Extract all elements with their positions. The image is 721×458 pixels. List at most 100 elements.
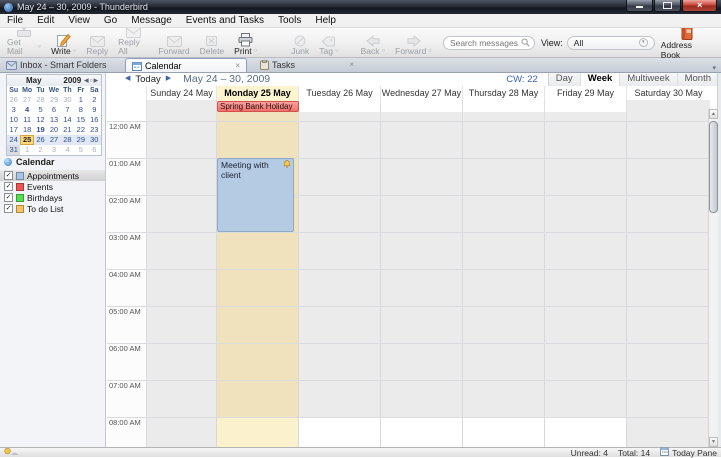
day-column-thursday-28-may[interactable] — [462, 121, 544, 447]
view-dropdown[interactable]: All ▾ — [566, 35, 655, 50]
mm-day-1[interactable]: 1 — [20, 145, 33, 155]
tab-calendar[interactable]: Calendar × — [125, 58, 247, 72]
tab-tasks[interactable]: Tasks × — [254, 58, 360, 72]
checkbox-icon[interactable]: ✓ — [4, 182, 13, 191]
close-tab-icon[interactable]: × — [349, 61, 354, 69]
mm-day-13[interactable]: 13 — [47, 115, 60, 125]
menu-help[interactable]: Help — [308, 15, 343, 26]
mm-day-29[interactable]: 29 — [74, 135, 88, 145]
mm-day-3[interactable]: 3 — [47, 145, 60, 155]
day-column-tuesday-26-may[interactable] — [298, 121, 380, 447]
scroll-down-icon[interactable]: ▼ — [709, 437, 718, 447]
menu-go[interactable]: Go — [97, 15, 124, 26]
mm-day-23[interactable]: 23 — [88, 125, 101, 135]
back-button[interactable]: Back ○ — [356, 31, 391, 57]
mm-day-6[interactable]: 6 — [88, 145, 101, 155]
mm-day-5[interactable]: 5 — [34, 105, 47, 115]
mm-day-16[interactable]: 16 — [88, 115, 101, 125]
tab-inbox-smart-folders[interactable]: Inbox - Smart Folders — [0, 58, 118, 72]
checkbox-icon[interactable]: ✓ — [4, 204, 13, 213]
menu-message[interactable]: Message — [124, 15, 179, 26]
mm-day-3[interactable]: 3 — [7, 105, 20, 115]
mm-day-22[interactable]: 22 — [74, 125, 87, 135]
search-box[interactable] — [442, 35, 535, 50]
allday-cell[interactable] — [626, 100, 710, 112]
scroll-up-icon[interactable]: ▲ — [709, 109, 718, 119]
allday-cell[interactable] — [380, 100, 462, 112]
minimonth-today-icon[interactable]: ○ — [89, 78, 92, 84]
day-header-tuesday-26-may[interactable]: Tuesday 26 May — [298, 86, 380, 100]
mm-day-6[interactable]: 6 — [47, 105, 60, 115]
day-column-sunday-24-may[interactable] — [146, 121, 216, 447]
menu-edit[interactable]: Edit — [30, 15, 61, 26]
day-header-sunday-24-may[interactable]: Sunday 24 May — [146, 86, 216, 100]
mm-day-2[interactable]: 2 — [88, 95, 101, 105]
calendar-item-birthdays[interactable]: ✓ Birthdays — [0, 192, 105, 203]
mm-day-19[interactable]: 19 — [34, 125, 47, 135]
get-mail-button[interactable]: Get Mail ○ — [2, 25, 46, 57]
day-column-wednesday-27-may[interactable] — [380, 121, 462, 447]
forward-button[interactable]: Forward — [153, 31, 194, 57]
checkbox-icon[interactable]: ✓ — [4, 171, 13, 180]
mm-day-30[interactable]: 30 — [61, 95, 74, 105]
minimonth-next-icon[interactable]: ▶ — [94, 78, 98, 84]
mm-day-26[interactable]: 26 — [33, 135, 48, 145]
list-all-tabs-icon[interactable]: ▾ — [707, 64, 721, 72]
view-tab-week[interactable]: Week — [580, 72, 621, 86]
mm-day-27[interactable]: 27 — [47, 135, 61, 145]
menu-tools[interactable]: Tools — [271, 15, 308, 26]
next-week-icon[interactable]: ▶ — [166, 72, 171, 86]
mm-day-29[interactable]: 29 — [47, 95, 60, 105]
day-header-thursday-28-may[interactable]: Thursday 28 May — [462, 86, 544, 100]
close-button[interactable]: × — [682, 0, 717, 12]
allday-cell[interactable] — [462, 100, 544, 112]
day-header-friday-29-may[interactable]: Friday 29 May — [544, 86, 626, 100]
menu-events-and-tasks[interactable]: Events and Tasks — [179, 15, 271, 26]
view-tab-day[interactable]: Day — [549, 72, 581, 86]
mm-day-27[interactable]: 27 — [20, 95, 33, 105]
calendar-item-to-do-list[interactable]: ✓ To do List — [0, 203, 105, 214]
print-button[interactable]: Print ○ — [229, 31, 262, 57]
mm-day-4[interactable]: 4 — [61, 145, 74, 155]
mm-day-7[interactable]: 7 — [61, 105, 74, 115]
minimonth-prev-icon[interactable]: ◀ — [84, 78, 88, 84]
allday-cell[interactable] — [298, 100, 380, 112]
reply-all-button[interactable]: Reply All — [113, 27, 153, 57]
day-header-saturday-30-may[interactable]: Saturday 30 May — [626, 86, 710, 100]
mm-day-15[interactable]: 15 — [74, 115, 87, 125]
view-tab-multiweek[interactable]: Multiweek — [620, 72, 678, 86]
prev-week-icon[interactable]: ◀ — [125, 72, 130, 86]
all-day-event[interactable]: Spring Bank Holiday — [217, 101, 299, 112]
tag-button[interactable]: Tag ○ — [314, 31, 343, 57]
mm-day-1[interactable]: 1 — [74, 95, 87, 105]
menu-view[interactable]: View — [61, 15, 97, 26]
mm-day-25[interactable]: 25 — [20, 135, 34, 145]
delete-button[interactable]: Delete — [195, 31, 230, 57]
day-header-monday-25-may[interactable]: Monday 25 May — [216, 86, 298, 100]
mm-day-8[interactable]: 8 — [74, 105, 87, 115]
checkbox-icon[interactable]: ✓ — [4, 193, 13, 202]
mm-day-11[interactable]: 11 — [20, 115, 33, 125]
allday-cell[interactable] — [146, 100, 216, 112]
mm-day-9[interactable]: 9 — [88, 105, 101, 115]
timed-event[interactable]: Meeting with client — [217, 158, 294, 232]
mm-day-21[interactable]: 21 — [61, 125, 74, 135]
day-column-saturday-30-may[interactable] — [626, 121, 710, 447]
mm-day-20[interactable]: 20 — [47, 125, 60, 135]
mm-day-18[interactable]: 18 — [20, 125, 33, 135]
maximize-button[interactable] — [654, 0, 681, 12]
mm-day-10[interactable]: 10 — [7, 115, 20, 125]
allday-cell[interactable] — [544, 100, 626, 112]
menu-file[interactable]: File — [0, 15, 30, 26]
mm-day-31[interactable]: 31 — [7, 145, 21, 155]
calendar-item-appointments[interactable]: ✓ Appointments — [0, 170, 105, 181]
day-column-friday-29-may[interactable] — [544, 121, 626, 447]
forward-button[interactable]: Forward ○ — [390, 31, 437, 57]
minimize-button[interactable] — [626, 0, 653, 12]
mm-day-26[interactable]: 26 — [7, 95, 20, 105]
write-button[interactable]: Write ○ — [46, 31, 81, 57]
mm-day-28[interactable]: 28 — [60, 135, 75, 145]
mm-day-24[interactable]: 24 — [7, 135, 21, 145]
today-pane-toggle[interactable]: Today Pane — [660, 447, 717, 458]
calendar-item-events[interactable]: ✓ Events — [0, 181, 105, 192]
